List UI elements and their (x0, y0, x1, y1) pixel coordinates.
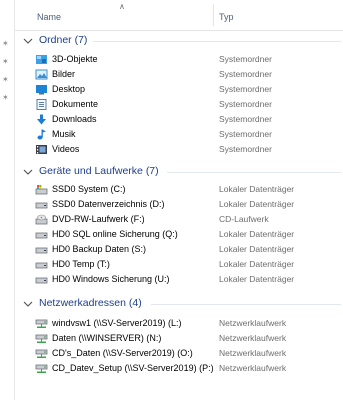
item-type: Lokaler Datenträger (219, 259, 295, 269)
item-name: windvsw1 (\\SV-Server2019) (L:) (52, 318, 182, 328)
item-type: Lokaler Datenträger (219, 184, 295, 194)
item-name: SSD0 Datenverzeichnis (D:) (52, 199, 165, 209)
sort-ascending-icon: ∧ (119, 2, 125, 11)
item-type: Systemordner (219, 129, 272, 139)
system-drive-icon (35, 185, 48, 195)
network-drive-icon (35, 319, 48, 328)
item-type: Systemordner (219, 144, 272, 154)
network-drive-icon (35, 349, 48, 358)
column-header: ∧ Name Typ (15, 0, 343, 31)
group-header-netzwerkadressen[interactable]: Netzwerkadressen (4) (15, 297, 343, 311)
dvd-drive-icon (35, 214, 48, 225)
hard-drive-icon (35, 202, 48, 209)
item-type: Systemordner (219, 54, 272, 64)
3d-objects-icon (36, 55, 47, 64)
list-item[interactable]: HD0 Temp (T:) Lokaler Datenträger (15, 257, 343, 272)
item-name: 3D-Objekte (52, 54, 98, 64)
column-header-name[interactable]: Name (37, 12, 61, 22)
item-type: Netzwerklaufwerk (219, 318, 287, 328)
list-item[interactable]: Desktop Systemordner (15, 82, 343, 97)
pin-icon[interactable]: ✶ (2, 58, 10, 66)
item-type: Netzwerklaufwerk (219, 348, 287, 358)
list-item[interactable]: DVD-RW-Laufwerk (F:) CD-Laufwerk (15, 212, 343, 227)
navigation-pane: ✶ ✶ ✶ ✶ (0, 0, 15, 400)
group-header-geraete-und-laufwerke[interactable]: Geräte und Laufwerke (7) (15, 165, 343, 179)
music-note-icon (37, 129, 46, 140)
item-type: CD-Laufwerk (219, 214, 269, 224)
item-type: Lokaler Datenträger (219, 244, 295, 254)
chevron-down-icon (23, 169, 33, 175)
item-name: HD0 Windows Sicherung (U:) (52, 274, 170, 284)
group-divider (93, 41, 341, 42)
list-item[interactable]: Daten (\\WINSERVER) (N:) Netzwerklaufwer… (15, 331, 343, 346)
list-item[interactable]: SSD0 System (C:) Lokaler Datenträger (15, 182, 343, 197)
column-header-type[interactable]: Typ (219, 12, 234, 22)
video-folder-icon (36, 145, 47, 154)
item-name: SSD0 System (C:) (52, 184, 126, 194)
pin-icon[interactable]: ✶ (2, 94, 10, 102)
item-name: HD0 Temp (T:) (52, 259, 110, 269)
list-item[interactable]: Downloads Systemordner (15, 112, 343, 127)
documents-folder-icon (36, 99, 47, 110)
item-type: Systemordner (219, 114, 272, 124)
item-name: CD's_Daten (\\SV-Server2019) (O:) (52, 348, 193, 358)
group-title: Geräte und Laufwerke (7) (39, 165, 159, 177)
item-name: HD0 SQL online Sicherung (Q:) (52, 229, 178, 239)
hard-drive-icon (35, 262, 48, 269)
pictures-folder-icon (35, 69, 48, 80)
item-name: Downloads (52, 114, 97, 124)
group-divider (151, 304, 341, 305)
list-item[interactable]: HD0 Backup Daten (S:) Lokaler Datenträge… (15, 242, 343, 257)
item-name: DVD-RW-Laufwerk (F:) (52, 214, 145, 224)
pin-icon[interactable]: ✶ (2, 40, 10, 48)
list-item[interactable]: SSD0 Datenverzeichnis (D:) Lokaler Daten… (15, 197, 343, 212)
item-type: Lokaler Datenträger (219, 274, 295, 284)
item-name: Videos (52, 144, 80, 154)
hard-drive-icon (35, 247, 48, 254)
hard-drive-icon (35, 232, 48, 239)
item-name: Daten (\\WINSERVER) (N:) (52, 333, 162, 343)
group-header-ordner[interactable]: Ordner (7) (15, 34, 343, 48)
list-item[interactable]: Dokumente Systemordner (15, 97, 343, 112)
item-name: HD0 Backup Daten (S:) (52, 244, 147, 254)
item-type: Systemordner (219, 84, 272, 94)
group-title: Ordner (7) (39, 34, 88, 46)
group-divider (167, 172, 341, 173)
item-type: Lokaler Datenträger (219, 229, 295, 239)
item-name: Dokumente (52, 99, 99, 109)
column-divider[interactable] (213, 4, 214, 26)
network-drive-icon (35, 364, 48, 373)
chevron-down-icon (23, 301, 33, 307)
list-item[interactable]: CD's_Daten (\\SV-Server2019) (O:) Netzwe… (15, 346, 343, 361)
item-type: Netzwerklaufwerk (219, 333, 287, 343)
group-title: Netzwerkadressen (4) (39, 297, 142, 309)
downloads-arrow-icon (37, 114, 46, 125)
item-type: Systemordner (219, 99, 272, 109)
list-item[interactable]: HD0 Windows Sicherung (U:) Lokaler Daten… (15, 272, 343, 287)
item-name: CD_Datev_Setup (\\SV-Server2019) (P:) (52, 363, 214, 373)
list-item[interactable]: Bilder Systemordner (15, 67, 343, 82)
pin-icon[interactable]: ✶ (2, 76, 10, 84)
item-name: Desktop (52, 84, 86, 94)
desktop-folder-icon (36, 85, 47, 95)
list-item[interactable]: HD0 SQL online Sicherung (Q:) Lokaler Da… (15, 227, 343, 242)
item-name: Musik (52, 129, 76, 139)
network-drive-icon (35, 334, 48, 343)
list-item[interactable]: Musik Systemordner (15, 127, 343, 142)
list-item[interactable]: Videos Systemordner (15, 142, 343, 157)
item-type: Systemordner (219, 69, 272, 79)
item-type: Netzwerklaufwerk (219, 363, 287, 373)
list-item[interactable]: CD_Datev_Setup (\\SV-Server2019) (P:) Ne… (15, 361, 343, 376)
list-item[interactable]: windvsw1 (\\SV-Server2019) (L:) Netzwerk… (15, 316, 343, 331)
hard-drive-icon (35, 277, 48, 284)
item-name: Bilder (52, 69, 76, 79)
item-type: Lokaler Datenträger (219, 199, 295, 209)
list-item[interactable]: 3D-Objekte Systemordner (15, 52, 343, 67)
chevron-down-icon (23, 38, 33, 44)
